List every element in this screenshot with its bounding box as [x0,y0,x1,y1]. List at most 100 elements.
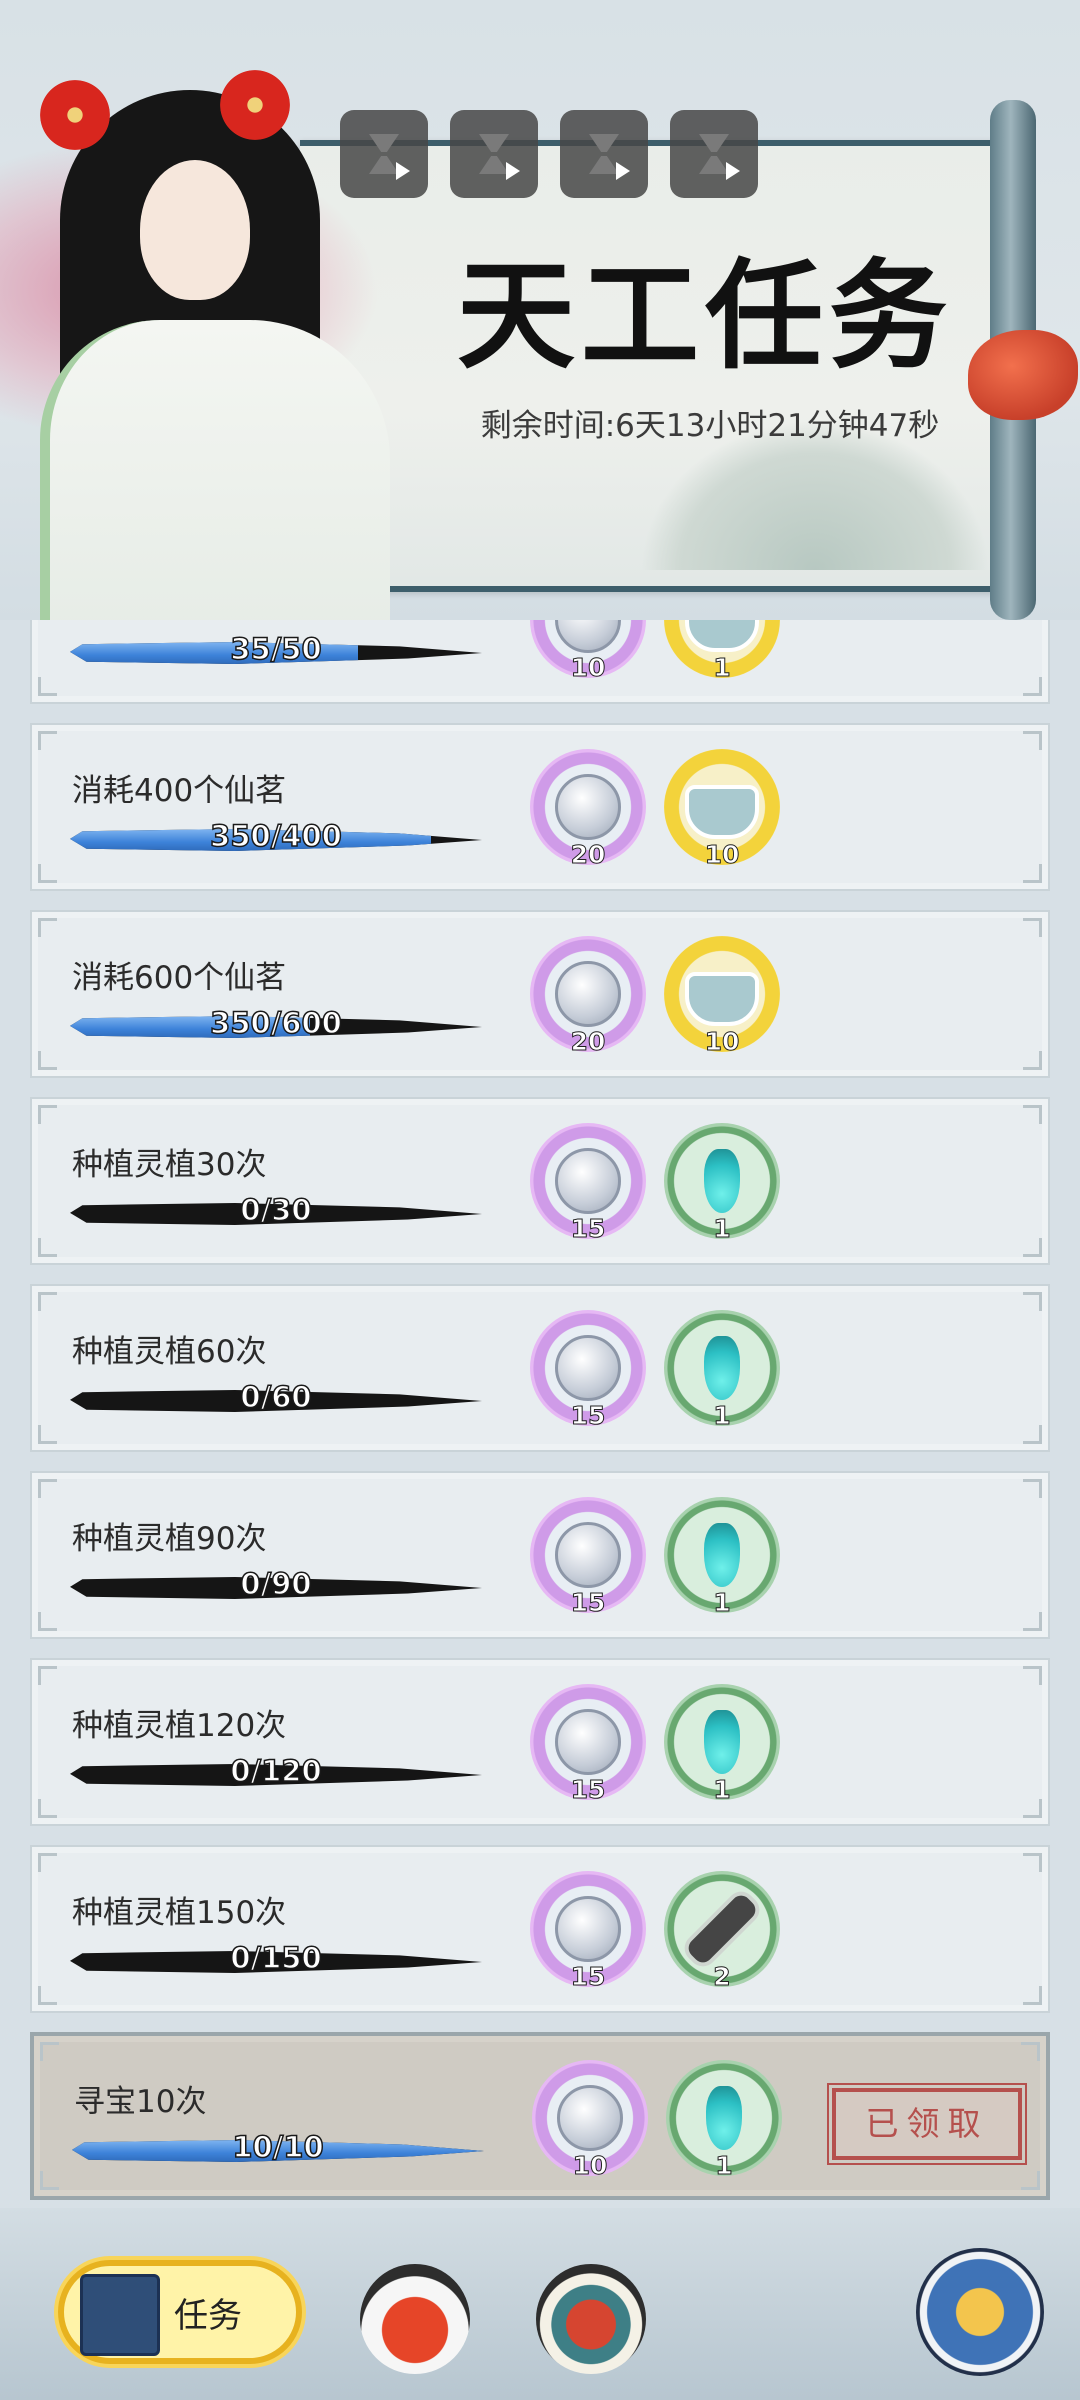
reward-item[interactable]: 1 [664,1684,780,1805]
bottom-nav: 任务 [0,2208,1080,2400]
reward-item[interactable]: 2 [664,1871,780,1992]
hourglass-icon [369,134,399,174]
reward-count: 10 [704,840,740,870]
reward-item[interactable]: 1 [666,2060,782,2181]
card-corner-ornament [1023,677,1042,696]
reward-item[interactable]: 10 [664,936,780,1057]
hourglass-icon [589,134,619,174]
reward-count: 15 [570,1401,606,1431]
task-progress-text: 10/10 [232,2129,325,2165]
reward-count: 10 [572,2151,608,2181]
task-card[interactable]: 消耗400个仙茗 350/400 20 10 [30,723,1050,891]
card-corner-ornament [38,1799,57,1818]
play-icon [396,162,410,180]
task-card[interactable]: 种植灵植150次 0/150 15 2 [30,1845,1050,2013]
temple-button[interactable] [536,2264,646,2374]
card-corner-ornament [38,1425,57,1444]
task-card[interactable]: 种植灵植30次 0/30 15 1 [30,1097,1050,1265]
reward-count: 1 [713,1401,731,1431]
task-list[interactable]: 35/50 10 1 消耗400个仙茗 350/400 20 10 消耗600个仙茗 350/6… [30,620,1050,2206]
video-ad-buttons [340,110,758,198]
header-banner: 天工任务 剩余时间:6天13小时21分钟47秒 [0,0,1080,620]
task-progress-text: 0/30 [240,1192,313,1228]
card-corner-ornament [1023,1238,1042,1257]
reward-count: 10 [704,1027,740,1057]
reward-count: 20 [570,840,606,870]
task-card[interactable]: 种植灵植90次 0/90 15 1 [30,1471,1050,1639]
reward-item[interactable]: 15 [530,1123,646,1244]
task-card[interactable]: 寻宝10次 10/10 10 1 已领取 [30,2032,1050,2200]
card-corner-ornament [1023,918,1042,937]
page-title: 天工任务 [456,246,953,385]
card-corner-ornament [1021,2042,1040,2061]
card-corner-ornament [38,864,57,883]
reward-item[interactable]: 1 [664,1497,780,1618]
video-ad-button-3[interactable] [560,110,648,198]
reward-item[interactable]: 20 [530,749,646,870]
maiden-character-illustration [20,70,390,620]
video-ad-button-4[interactable] [670,110,758,198]
nav-tasks-button[interactable]: 任务 [58,2260,302,2364]
task-progress-text: 0/150 [230,1940,323,1976]
card-corner-ornament [1023,1799,1042,1818]
reward-item[interactable]: 10 [530,620,646,683]
reward-count: 1 [713,1775,731,1805]
task-name: 寻宝10次 [74,2084,207,2120]
task-name: 种植灵植90次 [72,1521,267,1557]
card-corner-ornament [1023,1479,1042,1498]
hourglass-icon [699,134,729,174]
reward-item[interactable]: 15 [530,1310,646,1431]
video-ad-button-1[interactable] [340,110,428,198]
card-corner-ornament [38,1986,57,2005]
card-corner-ornament [40,2042,59,2061]
reward-item[interactable]: 10 [664,749,780,870]
reward-count: 1 [713,1214,731,1244]
hourglass-icon [479,134,509,174]
reward-item[interactable]: 15 [530,1497,646,1618]
task-name: 种植灵植30次 [72,1147,267,1183]
reward-item[interactable]: 10 [532,2060,648,2181]
reward-item[interactable]: 20 [530,936,646,1057]
swirl-return-button[interactable] [916,2248,1044,2376]
card-corner-ornament [38,1105,57,1124]
card-corner-ornament [1023,864,1042,883]
reward-count: 1 [715,2151,733,2181]
reward-item[interactable]: 15 [530,1684,646,1805]
reward-count: 20 [570,1027,606,1057]
play-icon [506,162,520,180]
red-flower-icon [220,70,290,140]
claimed-stamp: 已领取 [827,2083,1027,2165]
reward-item[interactable]: 1 [664,620,780,683]
card-corner-ornament [1023,1666,1042,1685]
reward-count: 1 [713,653,731,683]
lucky-bag-button[interactable] [360,2264,470,2374]
nav-tasks-label: 任务 [174,2296,242,2336]
video-ad-button-2[interactable] [450,110,538,198]
reward-item[interactable]: 1 [664,1310,780,1431]
reward-count: 15 [570,1962,606,1992]
task-card[interactable]: 种植灵植120次 0/120 15 1 [30,1658,1050,1826]
card-corner-ornament [1023,1612,1042,1631]
card-corner-ornament [38,1479,57,1498]
card-corner-ornament [1023,1425,1042,1444]
card-corner-ornament [38,1238,57,1257]
task-progress-text: 0/60 [240,1379,313,1415]
reward-item[interactable]: 1 [664,1123,780,1244]
task-card[interactable]: 35/50 10 1 [30,620,1050,704]
card-corner-ornament [38,1051,57,1070]
reward-count: 2 [713,1962,731,1992]
task-card[interactable]: 消耗600个仙茗 350/600 20 10 [30,910,1050,1078]
reward-item[interactable]: 15 [530,1871,646,1992]
task-name: 种植灵植60次 [72,1334,267,1370]
task-progress-text: 0/90 [240,1566,313,1602]
task-card[interactable]: 种植灵植60次 0/60 15 1 [30,1284,1050,1452]
card-corner-ornament [38,1666,57,1685]
reward-count: 15 [570,1775,606,1805]
task-name: 种植灵植120次 [72,1708,287,1744]
reward-count: 10 [570,653,606,683]
task-progress-text: 0/120 [230,1753,323,1789]
card-corner-ornament [38,1612,57,1631]
task-name: 消耗400个仙茗 [72,773,287,809]
time-remaining: 剩余时间:6天13小时21分钟47秒 [480,408,940,444]
task-progress-text: 350/400 [209,818,342,854]
